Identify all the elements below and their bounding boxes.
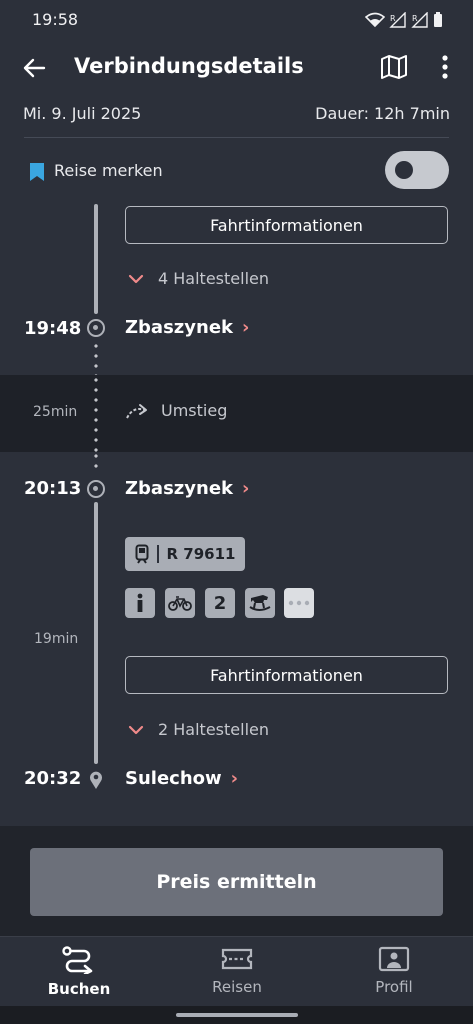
map-icon (381, 55, 407, 79)
stops-expander[interactable]: 2 Haltestellen (128, 720, 269, 739)
transfer-arrow-icon (126, 403, 147, 418)
arrival-time: 20:32 (24, 768, 82, 789)
app-header: Verbindungsdetails (0, 40, 473, 96)
overflow-menu-button[interactable] (432, 52, 458, 82)
chevron-down-icon (128, 274, 144, 283)
status-bar: 19:58 R R (0, 0, 473, 40)
stops-count: 4 Haltestellen (158, 269, 269, 288)
nav-item-buchen[interactable]: Buchen (0, 937, 158, 1007)
chevron-down-icon (128, 725, 144, 734)
toggle-knob (395, 161, 413, 179)
svg-text:R: R (412, 14, 418, 23)
nav-label: Buchen (47, 980, 111, 998)
departure-time: 20:13 (24, 478, 82, 499)
train-badge: R 79611 (125, 537, 246, 571)
route-icon (62, 946, 93, 974)
stop-node-icon (87, 480, 105, 498)
transfer-duration: 25min (33, 404, 78, 420)
second-class-label: 2 (213, 592, 227, 614)
bookmark-icon (30, 163, 44, 181)
station-name: Zbaszynek (125, 478, 233, 499)
trip-info-button[interactable]: Fahrtinformationen (125, 206, 448, 244)
segment-duration: 19min (34, 631, 79, 647)
transfer-text: Umstieg (161, 401, 228, 420)
get-price-button[interactable]: Preis ermitteln (30, 848, 443, 916)
rocking-horse-icon (245, 588, 275, 618)
train-number: R 79611 (166, 545, 236, 563)
arrival-time: 19:48 (24, 318, 82, 339)
save-trip-toggle[interactable] (385, 151, 449, 189)
nav-label: Profil (375, 978, 413, 996)
location-pin-icon (90, 771, 102, 789)
signal-icon: R (411, 12, 428, 28)
more-icon[interactable] (284, 588, 314, 618)
route-line (94, 204, 98, 314)
signal-icon: R (389, 12, 406, 28)
more-vert-icon (442, 55, 448, 79)
stops-expander[interactable]: 4 Haltestellen (128, 269, 269, 288)
departure-station[interactable]: Zbaszynek › (125, 478, 249, 499)
trip-info-button[interactable]: Fahrtinformationen (125, 656, 448, 694)
nav-item-profil[interactable]: Profil (315, 937, 473, 1007)
station-name: Sulechow (125, 768, 222, 789)
status-time: 19:58 (32, 10, 79, 29)
chevron-right-icon: › (230, 768, 239, 789)
profile-icon (378, 946, 410, 972)
ticket-icon (221, 948, 253, 970)
back-button[interactable] (18, 54, 50, 82)
svg-text:R: R (390, 14, 396, 23)
save-trip-label: Reise merken (54, 161, 163, 180)
arrival-station[interactable]: Sulechow › (125, 768, 238, 789)
chevron-right-icon: › (242, 478, 250, 499)
trip-duration: Dauer: 12h 7min (315, 104, 450, 123)
home-indicator[interactable] (176, 1013, 298, 1017)
itinerary[interactable]: Fahrtinformationen 4 Haltestellen 19:48 … (0, 204, 473, 826)
map-button[interactable] (378, 52, 410, 82)
battery-icon (434, 12, 442, 27)
stop-node-icon (87, 319, 105, 337)
stops-count: 2 Haltestellen (158, 720, 269, 739)
trip-date: Mi. 9. Juli 2025 (23, 104, 142, 123)
train-icon (135, 544, 149, 564)
badge-separator (157, 545, 159, 563)
station-name: Zbaszynek (125, 317, 233, 338)
system-gesture-bar (0, 1006, 473, 1024)
bottom-navigation: Buchen Reisen Profil (0, 936, 473, 1006)
nav-item-reisen[interactable]: Reisen (158, 937, 316, 1007)
second-class-icon: 2 (205, 588, 235, 618)
walk-dots (94, 375, 98, 452)
trip-summary: Mi. 9. Juli 2025 Dauer: 12h 7min (0, 96, 473, 136)
info-icon (125, 588, 155, 618)
save-trip-row: Reise merken (0, 138, 473, 204)
arrival-station[interactable]: Zbaszynek › (125, 317, 249, 338)
wifi-icon (365, 12, 385, 28)
nav-label: Reisen (212, 978, 262, 996)
chevron-right-icon: › (242, 317, 250, 338)
transfer-label: Umstieg (125, 401, 227, 420)
page-title: Verbindungsdetails (74, 54, 304, 78)
footer: Preis ermitteln (0, 826, 473, 936)
transfer-band: 25min Umstieg (0, 375, 473, 452)
status-icons: R R (365, 11, 443, 29)
bicycle-icon (165, 588, 195, 618)
arrow-left-icon (23, 58, 46, 78)
route-line (94, 502, 98, 764)
